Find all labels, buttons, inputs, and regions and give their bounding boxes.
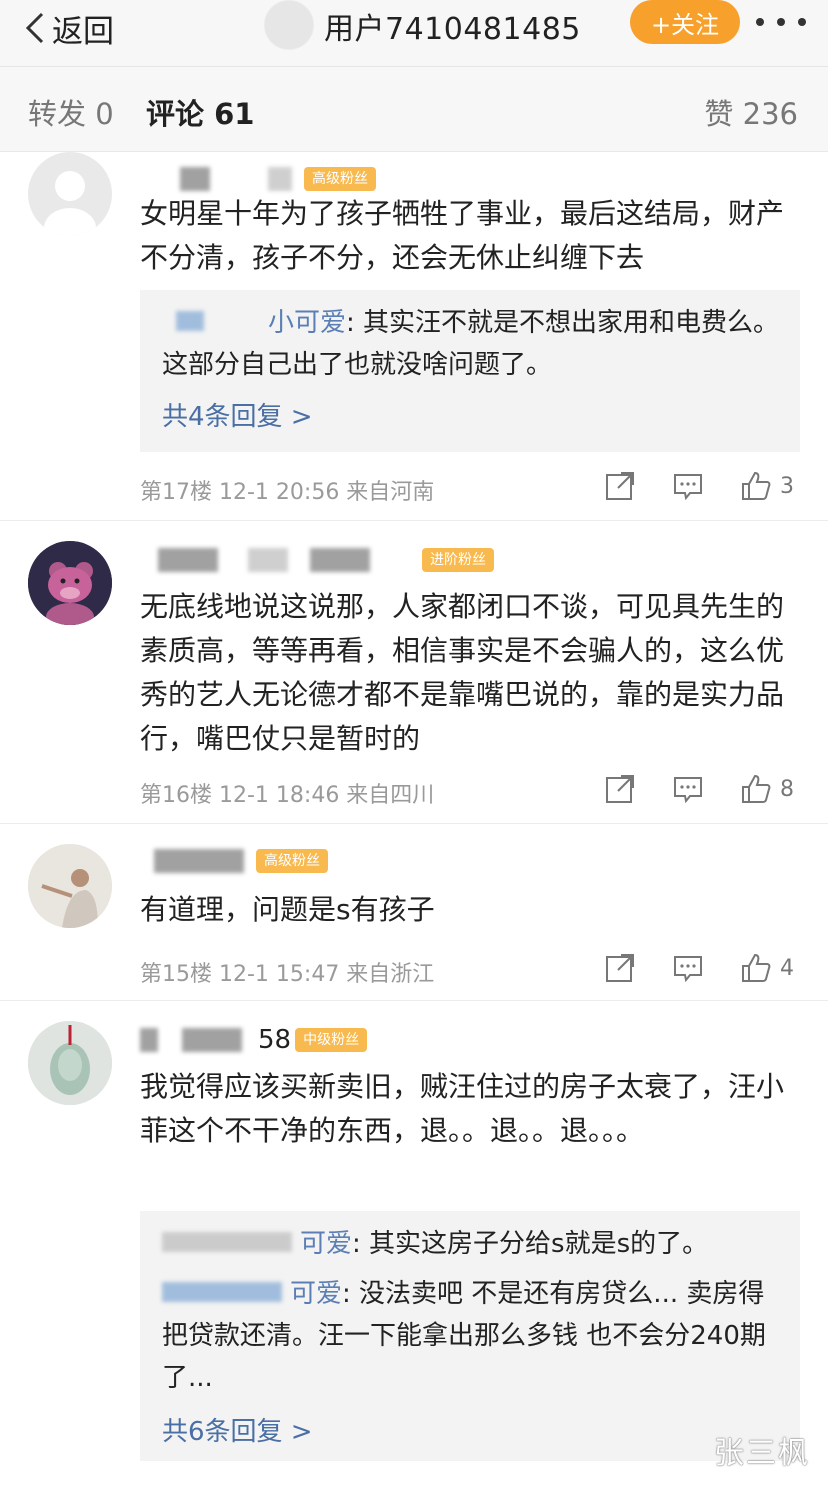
chevron-left-icon (25, 12, 44, 44)
comment-icon[interactable] (672, 470, 704, 502)
blurred-name (310, 548, 370, 572)
comment-icon[interactable] (672, 773, 704, 805)
comment-text: 我觉得应该买新卖旧，贼汪住过的房子太衰了，汪小菲这个不干净的东西，退。。退。。退… (140, 1070, 785, 1147)
dot-icon (756, 18, 764, 26)
comment-text: 女明星十年为了孩子牺牲了事业，最后这结局，财产不分清，孩子不分，还会无休止纠缠下… (140, 197, 785, 274)
like-count: 3 (780, 473, 794, 499)
fan-badge: 进阶粉丝 (422, 548, 494, 572)
blurred-name (162, 1232, 292, 1252)
page-title: 用户7410481485 (324, 12, 581, 47)
comment-icon[interactable] (672, 952, 704, 984)
reply-line: 可爱: 其实这房子分给s就是s的了。 (162, 1223, 782, 1265)
comment-text: 有道理，问题是s有孩子 (140, 893, 435, 926)
username[interactable]: 进阶粉丝 (140, 545, 494, 575)
like-count: 4 (780, 955, 794, 981)
comment-item: 高级粉丝 有道理，问题是s有孩子 第15楼 12-1 15:47 来自浙江 4 (0, 824, 828, 1000)
reply-name[interactable]: 小可爱 (268, 308, 346, 338)
thumbs-up-icon[interactable] (740, 952, 772, 984)
comment-actions: 8 (604, 773, 794, 805)
comment-item: 高级粉丝 女明星十年为了孩子牺牲了事业，最后这结局，财产不分清，孩子不分，还会无… (0, 152, 828, 520)
username[interactable]: 高级粉丝 (140, 164, 376, 194)
follow-button[interactable]: +关注 (630, 0, 740, 44)
reply-name[interactable]: 可爱 (290, 1279, 342, 1309)
share-icon[interactable] (604, 470, 636, 502)
top-bar: 返回 用户7410481485 +关注 (0, 0, 828, 67)
comment-text: 无底线地说这说那，人家都闭口不谈，可见具先生的素质高，等等再看，相信事实是不会骗… (140, 590, 785, 755)
more-options-button[interactable] (756, 2, 806, 42)
blurred-name (176, 311, 204, 331)
reply-box[interactable]: 可爱: 其实这房子分给s就是s的了。 可爱: 没法卖吧 不是还有房贷么... 卖… (140, 1211, 800, 1461)
blurred-name (180, 167, 210, 191)
comment-meta: 第17楼 12-1 20:56 来自河南 (140, 480, 435, 505)
tab-repost[interactable]: 转发 0 (28, 91, 114, 133)
comment-actions: 3 (604, 470, 794, 502)
back-button[interactable]: 返回 (22, 6, 114, 50)
tab-bar: 转发 0 评论 61 赞 236 (0, 67, 828, 152)
fan-badge: 高级粉丝 (256, 849, 328, 873)
reply-line: 小可爱: 其实汪不就是不想出家用和电费么。 这部分自己出了也就没啥问题了。 (162, 302, 782, 386)
back-label: 返回 (52, 13, 114, 50)
fan-badge: 高级粉丝 (304, 167, 376, 191)
reply-text: : 其实汪不就是不想出家用和电费么。 这部分自己出了也就没啥问题了。 (162, 308, 780, 380)
blurred-name (154, 849, 244, 873)
avatar[interactable] (28, 1021, 112, 1105)
share-icon[interactable] (604, 952, 636, 984)
username-suffix: 58 (258, 1025, 292, 1055)
reply-text: : 其实这房子分给s就是s的了。 (352, 1229, 709, 1259)
comment-meta: 第15楼 12-1 15:47 来自浙江 (140, 962, 435, 987)
blurred-name (162, 1282, 282, 1302)
default-avatar-icon (44, 171, 96, 236)
tab-comment[interactable]: 评论 61 (146, 91, 254, 133)
tab-like[interactable]: 赞 236 (704, 91, 798, 133)
username[interactable]: 高级粉丝 (140, 846, 328, 876)
jade-avatar-icon (28, 1021, 112, 1105)
person-avatar-icon (28, 844, 112, 928)
more-replies-link[interactable]: 共6条回复 > (162, 1411, 313, 1448)
more-replies-link[interactable]: 共4条回复 > (162, 396, 313, 433)
blurred-name (248, 548, 288, 572)
share-icon[interactable] (604, 773, 636, 805)
thumbs-up-icon[interactable] (740, 773, 772, 805)
username[interactable]: 58 中级粉丝 (140, 1025, 368, 1055)
watermark: 张三枫 (714, 1436, 810, 1471)
avatar[interactable] (28, 844, 112, 928)
user-avatar[interactable] (264, 0, 314, 50)
reply-line: 可爱: 没法卖吧 不是还有房贷么... 卖房得把贷款还清。汪一下能拿出那么多钱 … (162, 1273, 782, 1399)
thumbs-up-icon[interactable] (740, 470, 772, 502)
avatar[interactable] (28, 541, 112, 625)
fan-badge: 中级粉丝 (295, 1028, 368, 1052)
blurred-name (268, 167, 292, 191)
bear-avatar-icon (28, 541, 112, 625)
comment-item: 进阶粉丝 无底线地说这说那，人家都闭口不谈，可见具先生的素质高，等等再看，相信事… (0, 521, 828, 823)
avatar[interactable] (28, 152, 112, 236)
like-count: 8 (780, 776, 794, 802)
comment-meta: 第16楼 12-1 18:46 来自四川 (140, 783, 435, 808)
reply-name[interactable]: 可爱 (300, 1229, 352, 1259)
dot-icon (777, 18, 785, 26)
comment-actions: 4 (604, 952, 794, 984)
dot-icon (798, 18, 806, 26)
comment-item: 58 中级粉丝 我觉得应该买新卖旧，贼汪住过的房子太衰了，汪小菲这个不干净的东西… (0, 1001, 828, 1490)
blurred-name (158, 548, 218, 572)
blurred-name (140, 1028, 158, 1052)
reply-box[interactable]: 小可爱: 其实汪不就是不想出家用和电费么。 这部分自己出了也就没啥问题了。 共4… (140, 290, 800, 452)
blurred-name (182, 1028, 242, 1052)
